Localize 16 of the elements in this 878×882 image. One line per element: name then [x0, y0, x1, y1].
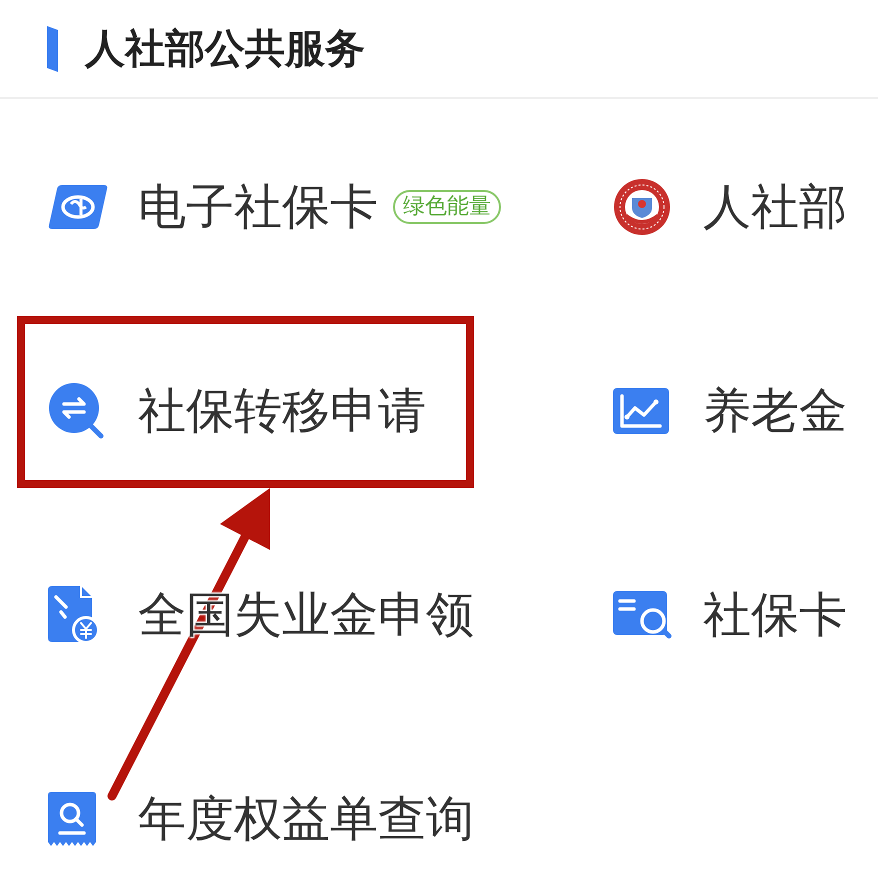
line-chart-icon	[613, 388, 669, 434]
service-item[interactable]: 电子社保卡 绿色能量	[48, 177, 501, 237]
card-icon	[48, 184, 108, 230]
accent-bar	[47, 26, 58, 72]
document-yen-icon	[48, 586, 100, 644]
swap-search-icon	[48, 382, 106, 440]
label-tag: 绿色能量	[393, 190, 501, 224]
service-item[interactable]: 人社部	[613, 177, 847, 237]
receipt-search-icon	[48, 792, 96, 846]
service-item[interactable]: 养老金	[613, 381, 847, 441]
list-search-icon	[613, 591, 673, 639]
service-item[interactable]: 年度权益单查询	[48, 789, 474, 849]
section-title: 人社部公共服务	[85, 24, 365, 72]
service-item[interactable]: 社保转移申请	[48, 381, 426, 441]
service-item[interactable]: 社保卡	[613, 585, 847, 645]
emblem-icon	[613, 178, 671, 236]
